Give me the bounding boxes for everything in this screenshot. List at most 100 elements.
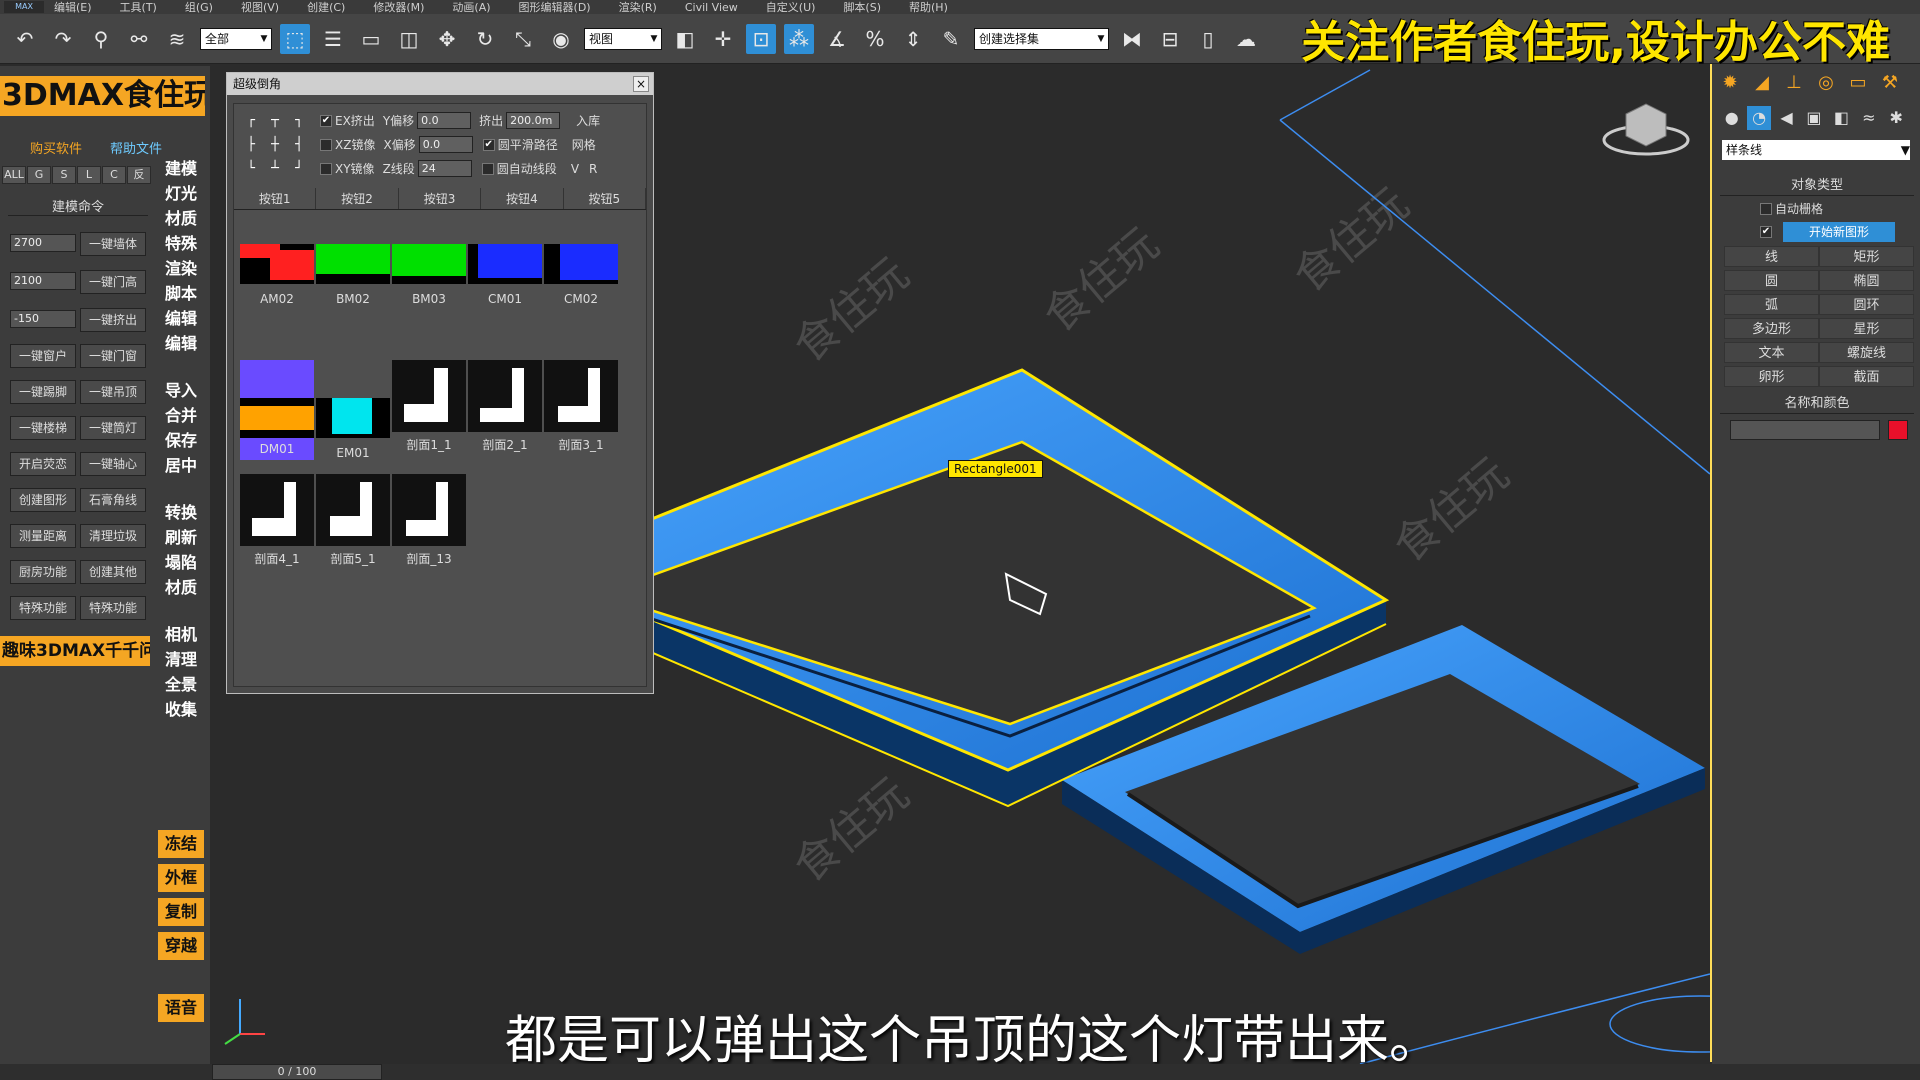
cmd-baseboard-button[interactable]: 一键踢脚 [10,380,76,404]
edit-named-selection-icon[interactable]: ✎ [936,24,966,54]
cat-camera[interactable]: 相机 [158,622,204,647]
cameras-icon[interactable]: ▣ [1802,106,1825,130]
x-offset-input[interactable]: 0.0 [418,136,473,153]
align-middle-right-icon[interactable]: ┤ [288,134,310,156]
shape-donut-button[interactable]: 圆环 [1819,294,1914,315]
cmd-door-height-button[interactable]: 一键门高 [80,270,146,294]
mirror-icon[interactable]: ⧓ [1117,24,1147,54]
rotate-icon[interactable]: ↻ [470,24,500,54]
shape-helix-button[interactable]: 螺旋线 [1819,342,1914,363]
display-tab-icon[interactable]: ▭ [1844,70,1872,96]
cat-script[interactable]: 脚本 [158,281,204,306]
menu-item-customize[interactable]: 自定义(U) [766,0,816,15]
profile-thumb-cm02[interactable]: CM02 [544,244,618,306]
percent-snap-icon[interactable]: % [860,24,890,54]
utilities-tab-icon[interactable]: ⚒ [1876,70,1904,96]
profile-thumb-section-2-1[interactable]: 剖面2_1 [468,360,542,456]
wall-height-field[interactable]: 2700 [10,234,76,252]
align-bottom-right-icon[interactable]: ┘ [288,158,310,180]
extrude-input[interactable]: 200.0m [506,112,561,129]
object-color-swatch[interactable] [1888,420,1908,440]
undo-icon[interactable]: ↶ [10,24,40,54]
menu-item-modifiers[interactable]: 修改器(M) [373,0,424,15]
tab-button3[interactable]: 按钮3 [399,188,482,209]
tab-button1[interactable]: 按钮1 [234,188,317,209]
hierarchy-tab-icon[interactable]: ⊥ [1780,70,1808,96]
systems-icon[interactable]: ✱ [1885,106,1908,130]
help-file-link[interactable]: 帮助文件 [110,138,162,157]
name-and-color-rollout[interactable]: 名称和颜色 [1720,394,1914,414]
profile-thumb-em01[interactable]: EM01 [316,398,390,460]
cmd-downlight-button[interactable]: 一键筒灯 [80,416,146,440]
cmd-special-button[interactable]: 特殊功能 [10,596,76,620]
cat-collapse[interactable]: 塌陷 [158,550,204,575]
walkthrough-button[interactable]: 穿越 [158,932,204,960]
align-bottom-left-icon[interactable]: └ [240,158,262,180]
door-height-field[interactable]: 2100 [10,272,76,290]
mesh-button[interactable]: 网格 [572,136,596,153]
redo-icon[interactable]: ↷ [48,24,78,54]
shape-arc-button[interactable]: 弧 [1724,294,1819,315]
v-button[interactable]: V [571,162,579,176]
angle-snap-icon[interactable]: ∡ [822,24,852,54]
align-bottom-center-icon[interactable]: ┴ [264,158,286,180]
profile-thumb-section-1-1[interactable]: 剖面1_1 [392,360,466,456]
cat-collect[interactable]: 收集 [158,697,204,722]
keyboard-shortcut-override-icon[interactable]: ⊡ [746,23,776,54]
menu-item-graph-editors[interactable]: 图形编辑器(D) [519,0,591,15]
menu-item-create[interactable]: 创建(C) [307,0,345,15]
shape-section-button[interactable]: 截面 [1819,366,1914,387]
window-crossing-icon[interactable]: ◫ [394,24,424,54]
move-icon[interactable]: ✥ [432,24,462,54]
time-slider[interactable]: 0 / 100 [212,1064,382,1080]
cmd-window-button[interactable]: 一键窗户 [10,344,76,368]
create-tab-icon[interactable]: ✹ [1716,70,1744,96]
dialog-titlebar[interactable]: 超级倒角 × [227,73,653,95]
cat-materials[interactable]: 材质 [158,206,204,231]
pivot-center-icon[interactable]: ◧ [670,24,700,54]
profile-thumb-bm02[interactable]: BM02 [316,244,390,306]
smooth-path-checkbox[interactable]: ✔ [482,138,495,151]
add-to-library-button[interactable]: 入库 [576,112,600,129]
tab-button5[interactable]: 按钮5 [564,188,647,209]
start-new-shape-checkbox[interactable]: ✔ [1760,226,1772,238]
unlink-icon[interactable]: ⚯ [124,24,154,54]
cat-modeling[interactable]: 建模 [158,156,204,181]
cat-materials-2[interactable]: 材质 [158,575,204,600]
extrude-amount-field[interactable]: -150 [10,310,76,328]
filter-shapes[interactable]: S [52,166,76,184]
menu-item-group[interactable]: 组(G) [185,0,213,15]
bind-spacewarp-icon[interactable]: ≋ [162,24,192,54]
menu-item-views[interactable]: 视图(V) [241,0,279,15]
cmd-extrude-button[interactable]: 一键挤出 [80,308,146,332]
shape-egg-button[interactable]: 卵形 [1724,366,1819,387]
cmd-pivot-button[interactable]: 一键轴心 [80,452,146,476]
cat-clean[interactable]: 清理 [158,647,204,672]
tab-button2[interactable]: 按钮2 [316,188,399,209]
menu-item-rendering[interactable]: 渲染(R) [619,0,657,15]
spinner-snap-icon[interactable]: ⇕ [898,24,928,54]
modeling-commands-header[interactable]: 建模命令 [8,196,148,216]
cmd-wall-button[interactable]: 一键墙体 [80,232,146,256]
profile-thumb-section-4-1[interactable]: 剖面4_1 [240,474,314,570]
menu-item-civil-view[interactable]: Civil View [685,1,738,14]
place-icon[interactable]: ◉ [546,24,576,54]
align-top-right-icon[interactable]: ┐ [288,110,310,132]
cmd-stairs-button[interactable]: 一键楼梯 [10,416,76,440]
tab-button4[interactable]: 按钮4 [481,188,564,209]
shape-text-button[interactable]: 文本 [1724,342,1819,363]
cmd-create-shape-button[interactable]: 创建图形 [10,488,76,512]
cmd-measure-button[interactable]: 测量距离 [10,524,76,548]
copy-button[interactable]: 复制 [158,898,204,926]
cat-center[interactable]: 居中 [158,453,204,478]
app-logo[interactable]: MAX [4,1,44,13]
cmd-kitchen-button[interactable]: 厨房功能 [10,560,76,584]
align-top-center-icon[interactable]: ┬ [264,110,286,132]
cat-panorama[interactable]: 全景 [158,672,204,697]
object-type-rollout[interactable]: 对象类型 [1720,176,1914,196]
align-middle-left-icon[interactable]: ├ [240,134,262,156]
shape-star-button[interactable]: 星形 [1819,318,1914,339]
shapes-icon[interactable]: ◔ [1747,106,1771,130]
cat-edit[interactable]: 编辑 [158,306,204,331]
cat-edit-2[interactable]: 编辑 [158,331,204,356]
